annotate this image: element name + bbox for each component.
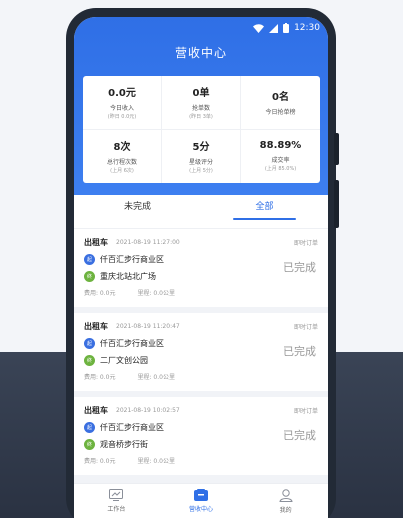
order-fee: 费用: 0.0元: [84, 290, 116, 297]
stat-value: 0名: [272, 91, 289, 103]
stat-value: 5分: [192, 142, 210, 154]
order-start: 仟百汇步行商业区: [100, 339, 164, 348]
stat-grab-count[interactable]: 0单 抢单数 (昨日 3单): [162, 76, 241, 130]
monitor-icon: [109, 489, 124, 501]
stat-label: 总行程次数: [106, 159, 137, 167]
battery-icon: [283, 23, 290, 33]
stat-label: 抢单数: [191, 105, 210, 113]
header: 12:30 营收中心 0.0元 今日收入 (昨日 0.0元) 0单 抢单数 (昨…: [74, 17, 328, 195]
stat-sub: (上月 6次): [110, 168, 134, 175]
stat-today-income[interactable]: 0.0元 今日收入 (昨日 0.0元): [83, 76, 162, 130]
nav-workbench[interactable]: 工作台: [74, 484, 159, 518]
nav-label: 我的: [279, 506, 292, 514]
order-status: 已完成: [283, 261, 316, 274]
stat-label: 今日收入: [109, 105, 134, 113]
end-badge-icon: 终: [84, 439, 95, 450]
bottom-navbar: 工作台 营收中心 我的: [74, 483, 328, 518]
stat-value: 0.0元: [108, 88, 136, 100]
stat-sub: (上月 85.0%): [264, 166, 297, 173]
stat-value: 88.89%: [259, 140, 302, 152]
order-start: 仟百汇步行商业区: [100, 255, 164, 264]
stat-value: 8次: [113, 142, 131, 154]
wifi-icon: [253, 23, 265, 33]
phone-screen: 12:30 营收中心 0.0元 今日收入 (昨日 0.0元) 0单 抢单数 (昨…: [74, 17, 328, 518]
start-badge-icon: 起: [84, 338, 95, 349]
stat-star-rating[interactable]: 5分 星级评分 (上月 5分): [162, 129, 241, 183]
order-end: 观音桥步行街: [100, 440, 148, 449]
order-fee: 费用: 0.0元: [84, 374, 116, 381]
order-time: 2021-08-19 11:20:47: [116, 323, 180, 330]
stat-grab-ranking[interactable]: 0名 今日抢单榜: [241, 76, 320, 130]
order-distance: 里程: 0.0公里: [137, 290, 175, 297]
order-type: 出租车: [84, 238, 108, 247]
order-status: 已完成: [283, 429, 316, 442]
stat-sub: (昨日 3单): [189, 114, 213, 121]
order-distance: 里程: 0.0公里: [137, 374, 175, 381]
order-card[interactable]: 出租车 2021-08-19 11:27:00 即时订单 起 仟百汇步行商业区 …: [74, 229, 328, 313]
stat-label: 星级评分: [188, 159, 213, 167]
order-start: 仟百汇步行商业区: [100, 423, 164, 432]
start-badge-icon: 起: [84, 422, 95, 433]
nav-mine[interactable]: 我的: [243, 484, 328, 518]
order-tabs: 未完成 全部: [74, 195, 328, 229]
stat-sub: (上月 5分): [189, 168, 213, 175]
stat-value: 0单: [192, 88, 210, 100]
order-end: 二厂文创公园: [100, 356, 148, 365]
order-kind: 即时订单: [293, 408, 318, 415]
phone-side-button: [334, 133, 339, 165]
stat-label: 成交率: [271, 157, 290, 165]
start-badge-icon: 起: [84, 254, 95, 265]
order-card[interactable]: 出租车 2021-08-19 11:20:47 即时订单 起 仟百汇步行商业区 …: [74, 313, 328, 397]
end-badge-icon: 终: [84, 271, 95, 282]
phone-side-button: [334, 180, 339, 228]
stat-success-rate[interactable]: 88.89% 成交率 (上月 85.0%): [241, 130, 320, 184]
user-icon: [279, 488, 293, 502]
order-time: 2021-08-19 11:27:00: [116, 239, 180, 246]
page-title: 营收中心: [174, 46, 227, 60]
order-end: 重庆北站北广场: [100, 272, 156, 281]
status-bar: 12:30: [253, 21, 320, 35]
signal-icon: [269, 23, 279, 33]
end-badge-icon: 终: [84, 355, 95, 366]
tab-all[interactable]: 全部: [201, 195, 328, 228]
order-list: 出租车 2021-08-19 11:27:00 即时订单 起 仟百汇步行商业区 …: [74, 229, 328, 481]
stat-label: 今日抢单榜: [265, 108, 296, 116]
order-fee: 费用: 0.0元: [84, 458, 116, 465]
order-kind: 即时订单: [293, 240, 318, 247]
stat-sub: (昨日 0.0元): [107, 114, 137, 121]
order-type: 出租车: [84, 406, 108, 415]
order-type: 出租车: [84, 322, 108, 331]
stat-total-trips[interactable]: 8次 总行程次数 (上月 6次): [83, 129, 162, 183]
wallet-icon: [194, 489, 208, 501]
order-kind: 即时订单: [293, 324, 318, 331]
stats-card: 0.0元 今日收入 (昨日 0.0元) 0单 抢单数 (昨日 3单) 0名 今日…: [83, 76, 320, 183]
status-time: 12:30: [294, 23, 320, 33]
order-time: 2021-08-19 10:02:57: [116, 407, 180, 414]
nav-revenue-center[interactable]: 营收中心: [159, 484, 244, 518]
nav-label: 工作台: [107, 506, 126, 513]
order-card[interactable]: 出租车 2021-08-19 10:02:57 即时订单 起 仟百汇步行商业区 …: [74, 397, 328, 481]
order-status: 已完成: [283, 345, 316, 358]
order-distance: 里程: 0.0公里: [137, 458, 175, 465]
tab-incomplete[interactable]: 未完成: [74, 195, 201, 228]
nav-label: 营收中心: [189, 506, 214, 513]
